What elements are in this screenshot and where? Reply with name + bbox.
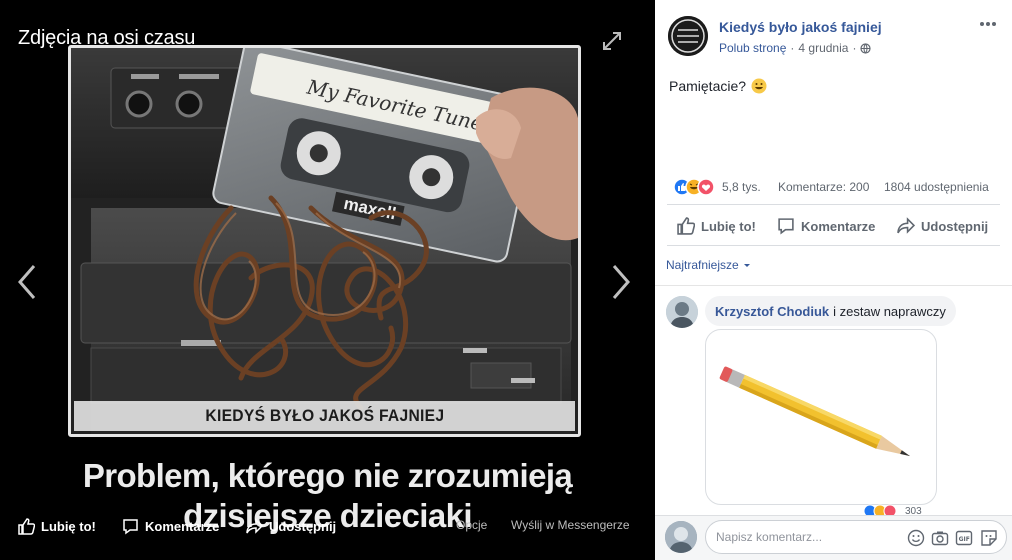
share-button[interactable]: Udostępnij — [897, 217, 988, 235]
viewer-action-bar: Lubię to! Komentarze Udostępnij Opcje Wy… — [0, 510, 655, 544]
comment-button[interactable]: Komentarze — [777, 217, 875, 235]
comment-sort-dropdown[interactable]: Najtrafniejsze — [666, 258, 752, 272]
overlay-line-1: Problem, którego nie zrozumieją — [82, 457, 573, 494]
like-page-link[interactable]: Polub stronę — [719, 41, 786, 55]
send-in-messenger-button[interactable]: Wyślij w Messengerze — [511, 518, 630, 532]
expand-icon[interactable] — [601, 30, 623, 52]
viewer-like-button[interactable]: Lubię to! — [18, 518, 96, 535]
comment-bubble: Krzysztof Chodiuk i zestaw naprawczy — [705, 296, 956, 326]
viewer-share-button[interactable]: Udostępnij — [246, 518, 336, 535]
commenter-avatar[interactable] — [666, 296, 698, 328]
comment-image[interactable] — [705, 329, 937, 505]
current-user-avatar — [665, 521, 697, 553]
commenter-photo-icon — [666, 296, 698, 328]
comment-text: i zestaw naprawczy — [833, 303, 946, 319]
shares-count[interactable]: 1804 udostępnienia — [884, 180, 989, 194]
meta-separator-2: · — [852, 41, 857, 55]
camera-icon[interactable] — [931, 529, 949, 547]
previous-photo-arrow-icon[interactable] — [14, 262, 42, 302]
comment-composer: GIF — [655, 515, 1012, 560]
viewer-like-label: Lubię to! — [41, 519, 96, 534]
page-avatar[interactable] — [668, 16, 708, 56]
more-options-icon[interactable] — [979, 20, 997, 28]
viewer-share-label: Udostępnij — [269, 519, 337, 534]
post-text-content: Pamiętacie? — [669, 78, 747, 94]
pencil-image — [719, 366, 911, 457]
current-user-photo-icon — [665, 521, 697, 553]
post-photo[interactable]: My Favorite Tunes! maxell KIEDYŚ BYŁO JA… — [68, 45, 581, 437]
page-logo-icon — [668, 16, 708, 56]
post-text: Pamiętacie? — [669, 78, 767, 94]
comment-bubble-icon — [778, 218, 794, 235]
comment-bubble-icon — [123, 519, 138, 535]
svg-text:GIF: GIF — [959, 536, 970, 543]
viewer-comment-button[interactable]: Komentarze — [122, 518, 219, 535]
share-button-label: Udostępnij — [921, 218, 989, 234]
page-name-link[interactable]: Kiedyś było jakoś fajniej — [719, 19, 882, 35]
reaction-icons[interactable] — [673, 178, 719, 196]
comment-sort-label: Najtrafniejsze — [666, 258, 739, 272]
sticker-icon[interactable] — [980, 529, 998, 547]
share-arrow-icon — [246, 518, 263, 534]
photo-caption-band: KIEDYŚ BYŁO JAKOŚ FAJNIEJ — [74, 401, 575, 431]
comments-list: Krzysztof Chodiuk i zestaw naprawczy 303 — [655, 285, 1012, 518]
grinning-emoji-icon — [751, 78, 767, 94]
meta-separator: · — [790, 41, 795, 55]
post-action-bar: Lubię to! Komentarze Udostępnij — [667, 204, 1000, 246]
emoji-picker-icon[interactable] — [907, 529, 925, 547]
globe-icon — [860, 42, 872, 54]
like-button-label: Lubię to! — [701, 218, 756, 234]
like-button[interactable]: Lubię to! — [677, 217, 756, 235]
thumbs-up-icon — [18, 518, 35, 535]
cassette-photo-illustration: My Favorite Tunes! maxell — [71, 48, 578, 434]
post-sidebar: Kiedyś było jakoś fajniej Polub stronę ·… — [655, 0, 1012, 560]
thumbs-up-icon — [677, 217, 695, 235]
comments-count[interactable]: Komentarze: 200 — [778, 180, 869, 194]
share-arrow-icon — [897, 217, 915, 234]
viewer-options-button[interactable]: Opcje — [456, 518, 487, 532]
gif-icon[interactable]: GIF — [955, 529, 973, 547]
photo-viewer: Zdjęcia na osi czasu My Favorite Tunes! … — [0, 0, 655, 560]
comment-button-label: Komentarze — [801, 218, 876, 234]
caret-down-icon — [743, 264, 750, 267]
reactions-summary: 5,8 tys. Komentarze: 200 1804 udostępnie… — [669, 178, 1001, 196]
post-meta: Polub stronę · 4 grudnia · — [719, 41, 872, 55]
photo-caption: KIEDYŚ BYŁO JAKOŚ FAJNIEJ — [205, 406, 444, 425]
viewer-comment-label: Komentarze — [145, 519, 220, 534]
post-date[interactable]: 4 grudnia — [798, 41, 848, 55]
next-photo-arrow-icon[interactable] — [606, 262, 634, 302]
reactions-count[interactable]: 5,8 tys. — [722, 180, 761, 194]
commenter-name-link[interactable]: Krzysztof Chodiuk — [715, 304, 829, 319]
